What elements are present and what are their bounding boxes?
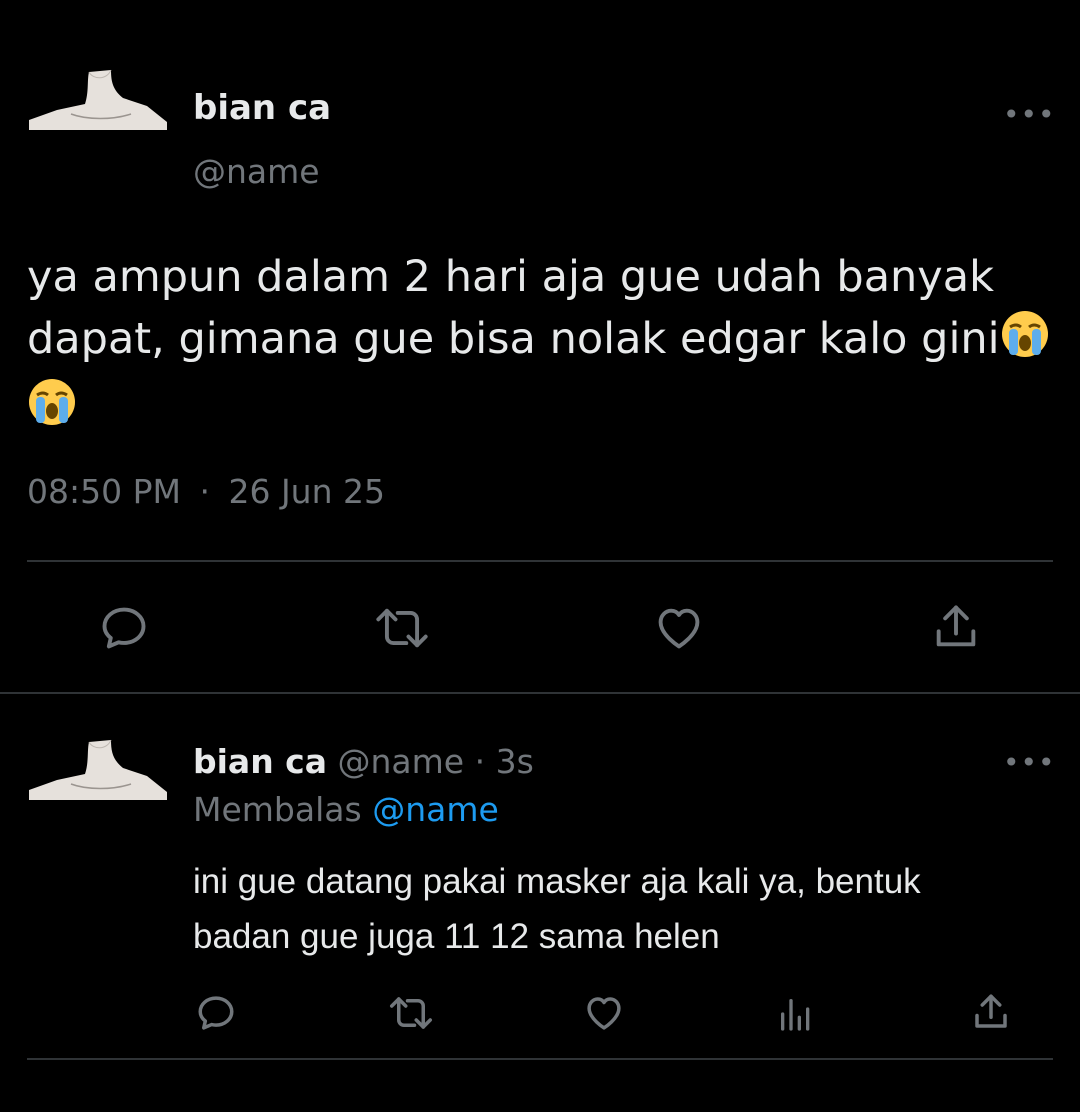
handle[interactable]: @name [193, 152, 320, 192]
share-icon [975, 994, 1007, 1028]
replying-to-link[interactable]: @name [372, 790, 499, 829]
timestamp[interactable]: 08:50 PM · 26 Jun 25 [27, 472, 385, 512]
display-name[interactable]: bian ca [193, 88, 331, 128]
replying-to: Membalas @name [193, 790, 499, 830]
heart-icon [587, 997, 621, 1030]
reply-icon [198, 996, 234, 1030]
retweet-button[interactable] [374, 602, 430, 654]
separator: · [199, 472, 210, 511]
reply-text: ini gue datang pakai masker aja kali ya,… [193, 854, 1053, 964]
reply-text-line: badan gue juga 11 12 sama helen [193, 917, 720, 956]
reply-header: bian ca @name · 3s [193, 742, 534, 782]
share-button[interactable] [970, 990, 1012, 1034]
reply-button[interactable] [195, 992, 237, 1034]
bottom-divider [27, 1058, 1053, 1060]
like-button[interactable] [652, 602, 706, 654]
share-button[interactable] [930, 600, 982, 654]
tweet-text-body: ya ampun dalam 2 hari aja gue udah banya… [27, 252, 1000, 364]
replying-label: Membalas [193, 790, 362, 829]
views-button[interactable] [776, 994, 816, 1034]
divider [27, 560, 1053, 562]
tweet-text: ya ampun dalam 2 hari aja gue udah banya… [27, 246, 1057, 444]
more-options-button[interactable]: ••• [1003, 98, 1056, 131]
handle[interactable]: @name [338, 742, 465, 781]
like-button[interactable] [582, 992, 626, 1034]
reply-button[interactable] [98, 602, 150, 654]
heart-icon [658, 608, 700, 649]
retweet-icon [390, 997, 432, 1029]
time: 08:50 PM [27, 472, 181, 511]
share-icon [936, 605, 976, 647]
post-age[interactable]: 3s [496, 742, 534, 781]
more-options-button[interactable]: ••• [1003, 746, 1056, 779]
date: 26 Jun 25 [228, 472, 385, 511]
avatar[interactable] [27, 64, 167, 138]
retweet-button[interactable] [388, 992, 434, 1034]
avatar[interactable] [27, 734, 167, 808]
display-name[interactable]: bian ca [193, 742, 327, 781]
loudly-crying-face-emoji-icon [1000, 309, 1050, 376]
retweet-icon [376, 608, 428, 648]
views-icon [781, 999, 810, 1031]
separator: · [474, 742, 486, 781]
reply-text-line: ini gue datang pakai masker aja kali ya,… [193, 862, 921, 901]
reply-icon [102, 607, 146, 649]
reply-tweet[interactable]: bian ca @name · 3s ••• Membalas @name in… [0, 694, 1080, 1060]
main-tweet: bian ca @name ••• ya ampun dalam 2 hari … [0, 0, 1080, 694]
loudly-crying-face-emoji-icon [27, 377, 77, 444]
